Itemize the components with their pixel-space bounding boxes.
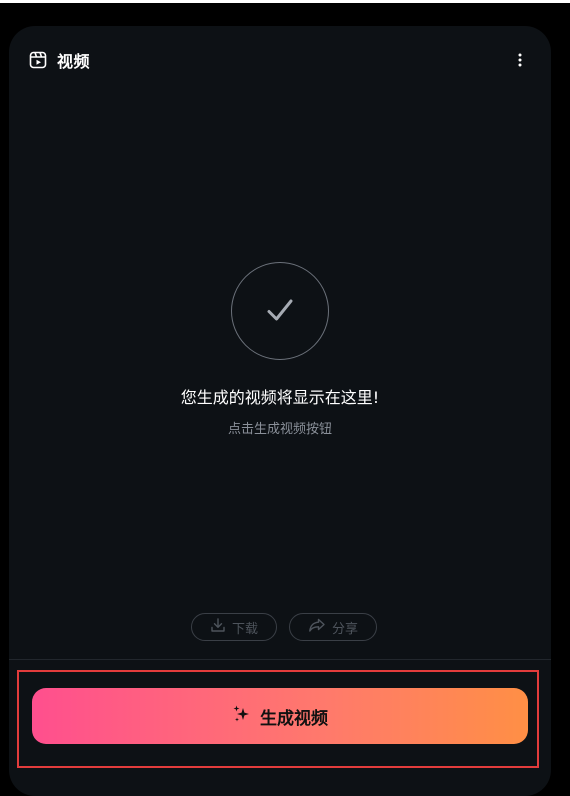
share-icon: [308, 617, 326, 637]
download-button[interactable]: 下载: [191, 613, 277, 641]
more-options-button[interactable]: [507, 48, 533, 74]
share-button[interactable]: 分享: [289, 613, 377, 641]
share-label: 分享: [331, 621, 358, 637]
download-label: 下载: [231, 621, 258, 637]
empty-state-title: 您生成的视频将显示在这里!: [180, 388, 380, 407]
video-panel: 视频 您生成的视频将显示在这里! 点击生成视频按钮 下载 分享 生成视频: [9, 26, 551, 796]
video-icon: [29, 51, 47, 69]
generate-video-label: 生成视频: [260, 708, 328, 729]
more-vertical-icon: [518, 52, 522, 71]
check-circle: [231, 262, 329, 360]
page-top-strip: [0, 0, 570, 3]
download-icon: [210, 617, 226, 637]
generate-video-button[interactable]: 生成视频: [32, 688, 528, 744]
footer-divider: [9, 659, 551, 660]
sparkle-icon: [232, 704, 252, 729]
panel-title: 视频: [57, 52, 91, 71]
check-icon: [267, 299, 293, 321]
panel-header: 视频: [9, 26, 551, 92]
empty-state-subtitle: 点击生成视频按钮: [227, 422, 332, 437]
